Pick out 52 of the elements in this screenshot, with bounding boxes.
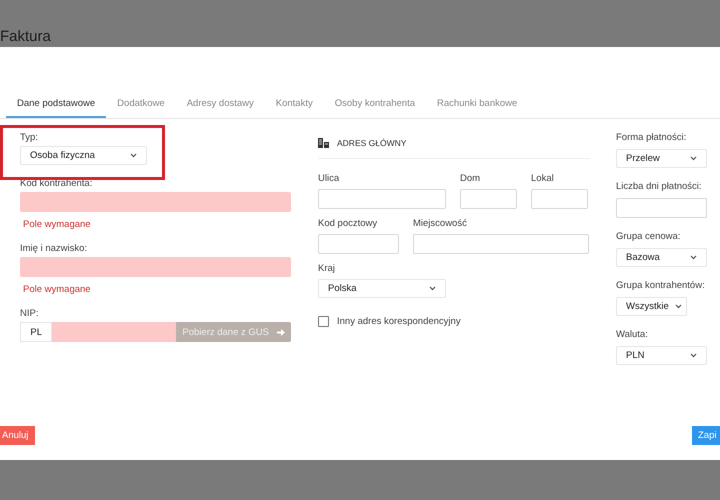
input-field[interactable] [20, 192, 291, 212]
field-label: Forma płatności: [616, 132, 688, 143]
tab[interactable]: Kontakty [264, 95, 324, 118]
arrow-right-icon [277, 328, 285, 336]
tab[interactable]: Osoby kontrahenta [324, 95, 426, 118]
page-title: Faktura [0, 28, 51, 45]
input-field[interactable] [318, 234, 399, 254]
chevron-down-icon [690, 156, 697, 161]
field-label: Ulica [318, 173, 340, 184]
input-field[interactable] [616, 198, 707, 218]
chevron-down-icon [130, 153, 137, 158]
input-field[interactable] [413, 234, 589, 254]
error-message: Pole wymagane [23, 219, 92, 230]
input-field[interactable] [531, 189, 588, 209]
tab[interactable]: Rachunki bankowe [426, 95, 528, 118]
field-label: Kod kontrahenta: [20, 178, 94, 189]
chevron-down-icon [674, 304, 682, 309]
tab[interactable]: Dodatkowe [106, 95, 176, 118]
input-field[interactable] [20, 257, 291, 277]
select-field[interactable]: Polska [318, 279, 446, 298]
tab[interactable]: Dane podstawowe [6, 95, 106, 118]
field-label: Grupa kontrahentów: [616, 280, 706, 291]
field-label: Kraj [318, 263, 336, 274]
field-label: Liczba dni płatności: [616, 181, 703, 192]
section-title: ADRES GŁÓWNY [337, 138, 406, 148]
field-label: Imię i nazwisko: [20, 243, 88, 254]
country-prefix: PL [20, 322, 52, 342]
save-button[interactable]: Zapi [692, 426, 720, 445]
checkbox-label: Inny adres korespondencyjny [337, 316, 461, 327]
input-field[interactable] [460, 189, 517, 209]
building-icon [318, 138, 329, 148]
error-message: Pole wymagane [23, 284, 92, 295]
cancel-button[interactable]: Anuluj [0, 426, 35, 445]
select-field[interactable]: Wszystkie [616, 297, 687, 316]
chevron-down-icon [690, 255, 697, 260]
select-field[interactable]: Przelew [616, 149, 707, 168]
select-field[interactable]: Osoba fizyczna [20, 146, 147, 165]
field-label: NIP: [20, 308, 40, 319]
field-label: Lokal [531, 173, 555, 184]
chevron-down-icon [690, 353, 697, 358]
chevron-down-icon [429, 286, 436, 291]
select-field[interactable]: Bazowa [616, 248, 707, 267]
tab[interactable]: Adresy dostawy [176, 95, 265, 118]
checkbox[interactable] [318, 316, 329, 327]
field-label: Typ: [20, 132, 39, 143]
field-label: Dom [460, 173, 482, 184]
field-label: Miejscowość [413, 218, 468, 229]
field-label: Grupa cenowa: [616, 231, 682, 242]
field-label: Waluta: [616, 329, 649, 340]
select-field[interactable]: PLN [616, 346, 707, 365]
input-field[interactable] [318, 189, 446, 209]
field-label: Kod pocztowy [318, 218, 378, 229]
